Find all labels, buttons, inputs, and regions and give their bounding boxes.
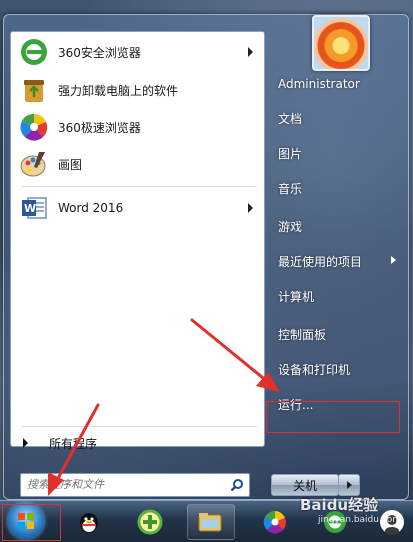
right-item-games[interactable]: 游戏 — [273, 211, 398, 241]
360-guard-icon — [137, 509, 163, 535]
right-item-label: Administrator — [278, 77, 360, 91]
shutdown-button[interactable]: 关机 — [271, 474, 339, 496]
right-item-music[interactable]: 音乐 — [273, 173, 398, 203]
submenu-arrow-icon — [248, 203, 253, 213]
right-item-control-panel[interactable]: 控制面板 — [273, 319, 398, 349]
taskbar-360-guard[interactable] — [127, 504, 175, 540]
right-item-run[interactable]: 运行... — [273, 389, 398, 419]
taskbar-qq[interactable] — [66, 504, 114, 540]
all-programs-label: 所有程序 — [49, 436, 98, 451]
right-item-pictures[interactable]: 图片 — [273, 138, 398, 168]
program-list-pane: 360安全浏览器 强力卸载电脑上的软件 360极速浏览器 画图 W Word 2… — [10, 31, 265, 447]
expand-arrow-icon — [23, 438, 28, 448]
360-browser-icon — [19, 37, 49, 67]
right-item-label: 图片 — [278, 146, 303, 161]
watermark-text: Baidu经验 — [300, 496, 379, 514]
qq-icon — [76, 509, 102, 535]
right-item-label: 控制面板 — [278, 327, 327, 342]
all-programs-button[interactable]: 所有程序 — [10, 431, 250, 455]
uninstall-icon — [19, 75, 49, 105]
program-label: 强力卸载电脑上的软件 — [58, 83, 179, 98]
start-menu: 360安全浏览器 强力卸载电脑上的软件 360极速浏览器 画图 W Word 2… — [3, 14, 409, 500]
360-speed-browser-icon — [19, 112, 49, 142]
file-explorer-icon — [197, 509, 223, 535]
program-item-360-browser[interactable]: 360安全浏览器 — [15, 34, 261, 70]
right-item-label: 设备和打印机 — [278, 362, 351, 377]
program-label: Word 2016 — [58, 201, 124, 215]
right-item-label: 最近使用的项目 — [278, 254, 363, 269]
taskbar-file-explorer[interactable] — [187, 504, 235, 540]
search-input[interactable] — [23, 475, 227, 493]
program-label: 360安全浏览器 — [58, 45, 141, 60]
right-item-label: 音乐 — [278, 181, 303, 196]
right-item-recent[interactable]: 最近使用的项目 — [273, 246, 398, 276]
right-item-label: 文档 — [278, 111, 303, 126]
shutdown-label: 关机 — [292, 478, 317, 493]
submenu-arrow-icon — [391, 256, 396, 264]
right-item-devices-printers[interactable]: 设备和打印机 — [273, 354, 398, 384]
svg-text:W: W — [24, 202, 36, 215]
shutdown-options-button[interactable] — [338, 474, 360, 496]
divider — [21, 186, 257, 187]
start-highlight-box — [2, 504, 61, 541]
user-picture[interactable] — [312, 15, 370, 71]
right-item-label: 计算机 — [278, 289, 315, 304]
right-item-label: 运行... — [278, 397, 314, 412]
divider — [21, 426, 257, 427]
paint-icon — [19, 149, 49, 179]
program-label: 画图 — [58, 157, 83, 172]
program-label: 360极速浏览器 — [58, 120, 141, 135]
program-item-paint[interactable]: 画图 — [15, 146, 261, 182]
search-box[interactable] — [20, 473, 250, 497]
search-icon[interactable] — [226, 475, 248, 495]
right-item-label: 游戏 — [278, 219, 303, 234]
360-speed-browser-icon — [262, 509, 288, 535]
right-item-user[interactable]: Administrator — [273, 69, 398, 99]
word-icon: W — [19, 193, 49, 223]
submenu-arrow-icon — [248, 47, 253, 57]
program-item-uninstall[interactable]: 强力卸载电脑上的软件 — [15, 72, 261, 108]
program-item-word[interactable]: W Word 2016 — [15, 190, 261, 226]
watermark-subtext: jingyan.baidu.com — [318, 515, 402, 525]
right-item-computer[interactable]: 计算机 — [273, 281, 398, 311]
right-item-documents[interactable]: 文档 — [273, 103, 398, 133]
program-item-360-speed-browser[interactable]: 360极速浏览器 — [15, 109, 261, 145]
taskbar-360-speed-browser[interactable] — [252, 504, 300, 540]
